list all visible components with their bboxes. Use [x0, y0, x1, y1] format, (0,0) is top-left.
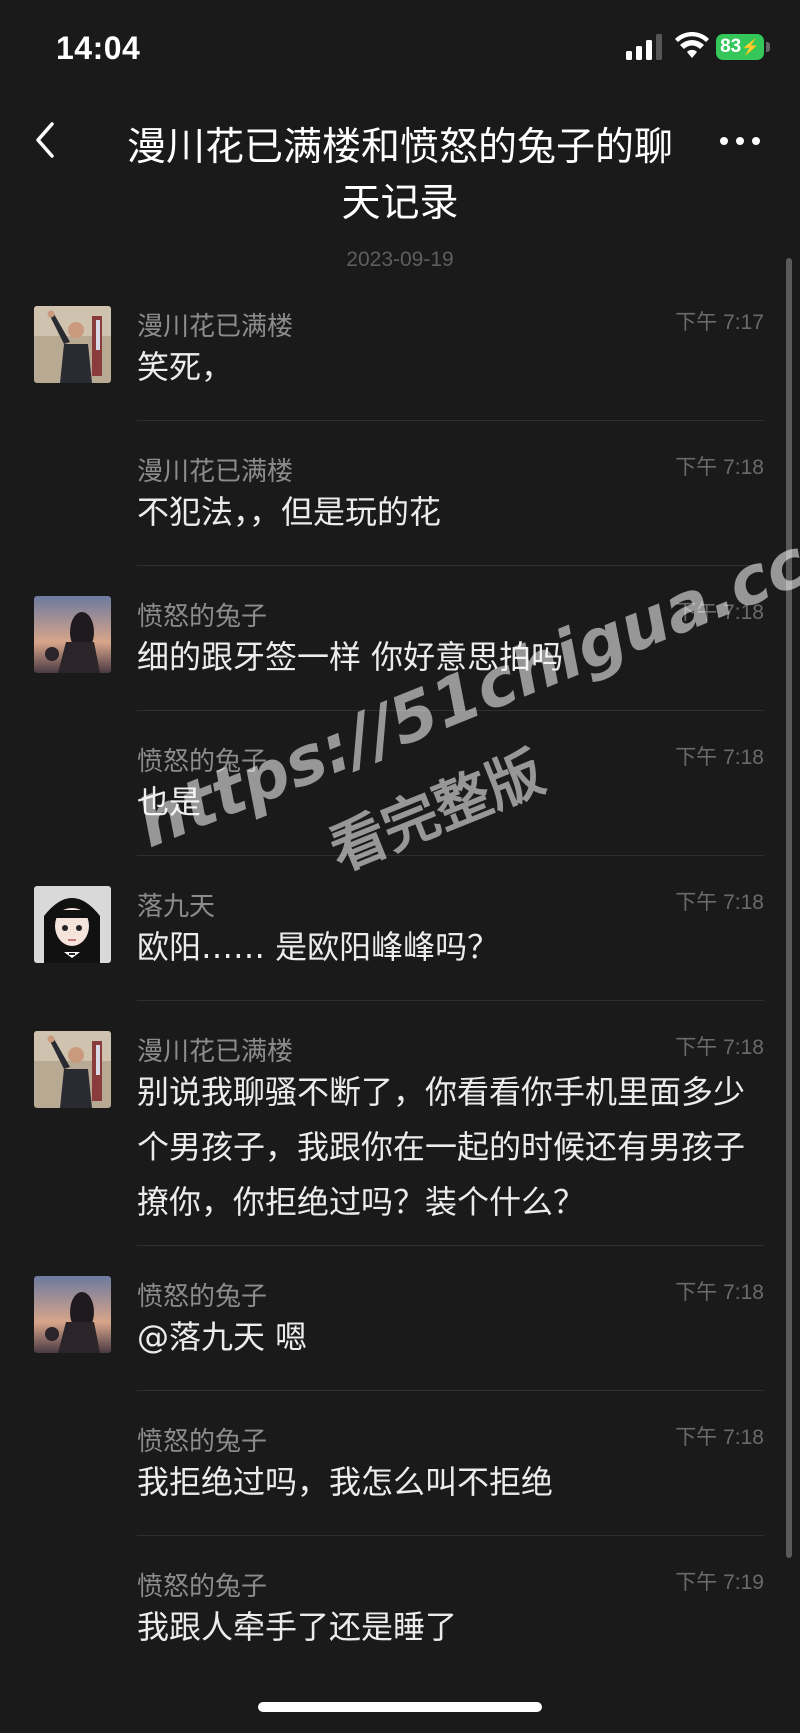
message-time: 下午 7:18 — [675, 1036, 764, 1059]
sender-name: 愤怒的兔子 — [137, 1427, 268, 1457]
home-indicator[interactable] — [258, 1702, 542, 1712]
message-time: 下午 7:17 — [675, 311, 764, 334]
message-time: 下午 7:18 — [675, 456, 764, 479]
status-time: 14:04 — [56, 30, 141, 66]
message-time: 下午 7:18 — [675, 891, 764, 914]
message-time: 下午 7:18 — [675, 746, 764, 769]
message-text: @落九天 嗯 — [137, 1318, 308, 1356]
sender-name: 愤怒的兔子 — [137, 602, 268, 632]
avatar[interactable] — [34, 1276, 111, 1353]
divider — [137, 420, 764, 421]
divider — [137, 1245, 764, 1246]
message-text: 不犯法，，但是玩的花 — [137, 493, 442, 531]
message-time: 下午 7:18 — [675, 1281, 764, 1304]
avatar[interactable] — [34, 886, 111, 963]
page-title: 漫川花已满楼和愤怒的兔子的聊天记录 — [126, 125, 673, 226]
sender-name: 落九天 — [137, 892, 216, 922]
message-text: 我拒绝过吗，我怎么叫不拒绝 — [137, 1463, 554, 1501]
message-time: 下午 7:19 — [675, 1571, 764, 1594]
cellular-signal-icon — [626, 34, 662, 60]
sender-name: 愤怒的兔子 — [137, 1282, 268, 1312]
avatar[interactable] — [34, 306, 111, 383]
divider — [137, 1535, 764, 1536]
back-chevron-icon[interactable] — [28, 118, 68, 162]
message-text: 欧阳…… 是欧阳峰峰吗？ — [137, 928, 500, 966]
sender-name: 愤怒的兔子 — [137, 1572, 268, 1602]
wifi-icon — [675, 32, 709, 58]
sender-name: 漫川花已满楼 — [137, 312, 294, 342]
avatar[interactable] — [34, 1031, 111, 1108]
avatar-image — [34, 886, 111, 963]
avatar-image — [34, 306, 111, 383]
divider — [137, 710, 764, 711]
more-options-icon[interactable] — [718, 126, 762, 156]
avatar-image — [34, 596, 111, 673]
message-text: 笑死， — [137, 348, 234, 386]
battery-indicator: 83 ⚡ — [716, 34, 770, 60]
divider — [137, 855, 764, 856]
avatar[interactable] — [34, 596, 111, 673]
sender-name: 愤怒的兔子 — [137, 747, 268, 777]
message-time: 下午 7:18 — [675, 601, 764, 624]
battery-level: 83 ⚡ — [716, 34, 764, 60]
scrollbar[interactable] — [786, 258, 792, 1558]
message-time: 下午 7:18 — [675, 1426, 764, 1449]
sender-name: 漫川花已满楼 — [137, 457, 294, 487]
nav-bar: 漫川花已满楼和愤怒的兔子的聊天记录 — [0, 100, 800, 230]
divider — [137, 565, 764, 566]
avatar-image — [34, 1276, 111, 1353]
divider — [137, 1000, 764, 1001]
message-text: 细的跟牙签一样 你好意思拍吗 — [137, 638, 564, 676]
status-bar: 14:04 83 ⚡ — [0, 0, 800, 100]
message-text: 别说我聊骚不断了，你看看你手机里面多少个男孩子，我跟你在一起的时候还有男孩子撩你… — [137, 1073, 746, 1221]
divider — [137, 1390, 764, 1391]
message-text: 我跟人牵手了还是睡了 — [137, 1608, 458, 1646]
date-divider: 2023-09-19 — [346, 248, 454, 271]
avatar-image — [34, 1031, 111, 1108]
battery-cap — [766, 42, 770, 52]
sender-name: 漫川花已满楼 — [137, 1037, 294, 1067]
message-text: 也是 — [137, 783, 202, 821]
